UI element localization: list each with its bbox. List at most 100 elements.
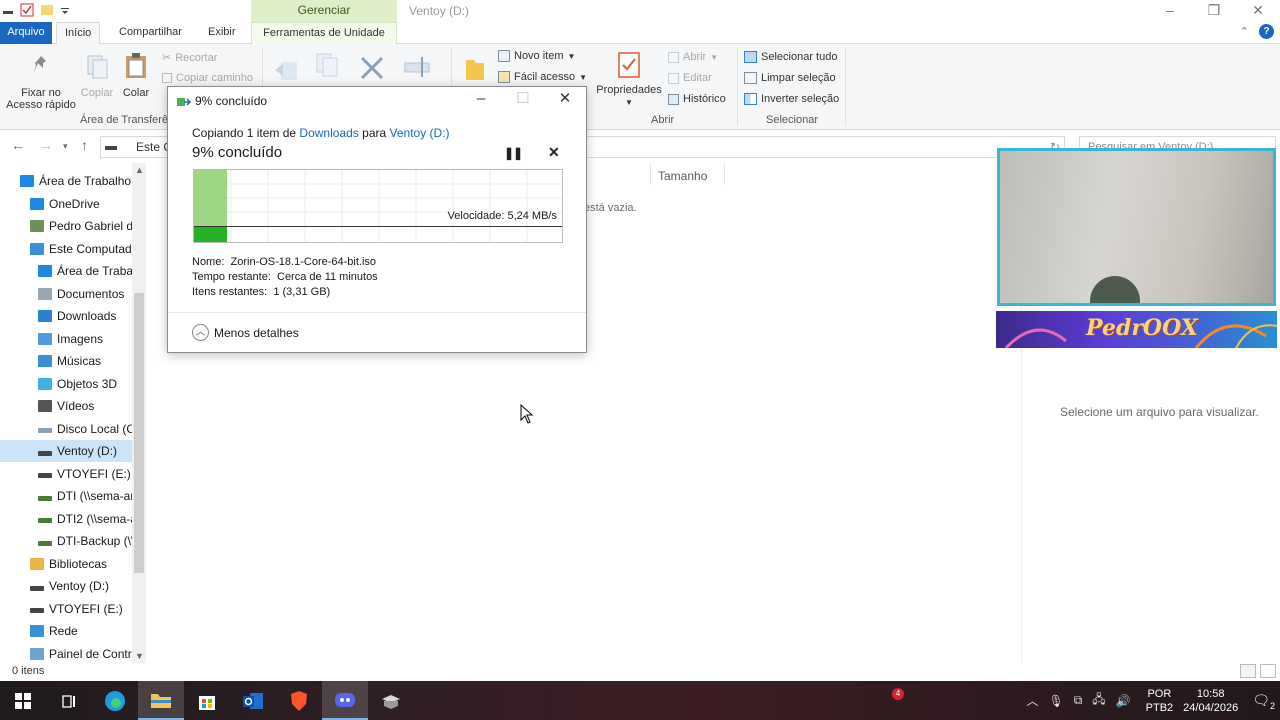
document-icon	[38, 287, 52, 300]
progress-bar	[194, 227, 228, 242]
move-to-button[interactable]	[273, 56, 303, 85]
nav-item[interactable]: DTI-Backup (\\	[38, 530, 170, 552]
transfer-speed: Velocidade: 5,24 MB/s	[447, 210, 557, 222]
dialog-close-button[interactable]: ✕	[544, 87, 586, 113]
cloud-icon	[30, 197, 44, 210]
edit-icon	[668, 72, 679, 84]
network-icon[interactable]: 🖧	[1092, 690, 1105, 711]
store-icon[interactable]	[184, 681, 230, 720]
nav-item[interactable]: Objetos 3D	[38, 373, 170, 395]
user-icon	[30, 220, 44, 232]
nav-item[interactable]: Músicas	[38, 350, 170, 372]
brave-icon[interactable]	[276, 681, 322, 720]
nav-item[interactable]: Vídeos	[38, 395, 170, 417]
invert-selection-icon	[744, 93, 757, 105]
copy-progress-icon	[177, 96, 192, 111]
minimize-button[interactable]: –	[1148, 0, 1192, 22]
tab-drive-tools[interactable]: Ferramentas de Unidade	[251, 22, 397, 44]
dialog-maximize-button[interactable]: ☐	[502, 87, 544, 113]
maximize-button[interactable]: ❐	[1192, 0, 1236, 22]
nav-item-label: VTOYEFI (E:)	[49, 601, 123, 616]
system-menu-icon[interactable]	[2, 4, 14, 19]
language-indicator[interactable]: POR PTB2	[1146, 687, 1174, 715]
copy-path-button[interactable]: Copiar caminho	[162, 72, 253, 84]
rename-button[interactable]	[403, 54, 433, 83]
select-none-button[interactable]: Limpar seleção	[744, 72, 836, 84]
nav-item[interactable]: DTI (\\sema-arc	[38, 485, 170, 507]
tab-home[interactable]: Início	[56, 22, 101, 44]
properties-button[interactable]: Propriedades ▼	[594, 50, 664, 109]
edit-button[interactable]: Editar	[668, 72, 712, 84]
large-icons-view-icon[interactable]	[1260, 664, 1276, 678]
pause-icon[interactable]: ❚❚	[504, 146, 523, 160]
nav-item[interactable]: Disco Local (C:	[38, 418, 170, 440]
scroll-down-icon[interactable]: ▼	[135, 651, 144, 661]
nav-item[interactable]: DTI2 (\\sema-a	[38, 508, 170, 530]
up-arrow-icon[interactable]: ↑	[81, 137, 88, 153]
select-group-label: Selecionar	[766, 114, 818, 126]
copy-to-button[interactable]	[313, 52, 343, 81]
new-item-button[interactable]: Novo item ▼	[498, 50, 575, 62]
tab-share[interactable]: Compartilhar	[111, 22, 190, 44]
cut-button[interactable]: ✂ Recortar	[162, 51, 217, 65]
scroll-up-icon[interactable]: ▲	[135, 165, 144, 175]
pin-quick-access-button[interactable]: Fixar no Acesso rápido	[6, 54, 76, 111]
nav-scroll-thumb[interactable]	[134, 293, 144, 573]
delete-button[interactable]	[358, 54, 386, 83]
invert-selection-button[interactable]: Inverter seleção	[744, 93, 839, 105]
paste-button[interactable]: Colar	[120, 52, 152, 99]
edge-icon[interactable]	[92, 681, 138, 720]
nav-item[interactable]: Downloads	[38, 305, 170, 327]
destination-link[interactable]: Ventoy (D:)	[390, 126, 450, 140]
tab-view[interactable]: Exibir	[200, 22, 244, 44]
size-column-header[interactable]: Tamanho	[658, 169, 707, 183]
discord-icon[interactable]	[322, 681, 368, 720]
source-link[interactable]: Downloads	[299, 126, 358, 140]
nav-item-label: Área de Trabalh	[57, 264, 143, 278]
outlook-icon[interactable]	[230, 681, 276, 720]
details-view-icon[interactable]	[1240, 664, 1256, 678]
close-button[interactable]: ✕	[1236, 0, 1280, 22]
forward-arrow-icon[interactable]: →	[39, 137, 53, 153]
drive-icon	[38, 428, 52, 433]
copy-button[interactable]: Copiar	[80, 54, 114, 99]
dialog-title: 9% concluído	[195, 94, 268, 108]
nav-item[interactable]: Documentos	[38, 283, 170, 305]
easy-access-button[interactable]: Fácil acesso ▼	[498, 71, 587, 83]
nav-item[interactable]: Imagens	[38, 328, 170, 350]
less-details-button[interactable]: ︿ Menos detalhes	[192, 324, 299, 341]
tab-file[interactable]: Arquivo	[0, 22, 52, 44]
task-view-icon[interactable]	[46, 681, 92, 720]
properties-qat-icon[interactable]	[20, 3, 34, 20]
clock[interactable]: 10:58 24/04/2026	[1183, 687, 1238, 715]
dialog-minimize-button[interactable]: –	[460, 87, 502, 113]
show-hidden-icons-icon[interactable]: ︿	[1026, 692, 1038, 709]
select-all-button[interactable]: Selecionar tudo	[744, 51, 837, 63]
pin-icon	[33, 56, 46, 74]
nav-item-label: OneDrive	[49, 196, 100, 211]
windows-start-icon[interactable]	[0, 681, 46, 720]
back-arrow-icon[interactable]: ←	[11, 137, 25, 153]
help-icon[interactable]: ?	[1259, 24, 1274, 39]
file-explorer-icon[interactable]	[138, 681, 184, 720]
nav-scrollbar[interactable]: ▲ ▼	[132, 163, 146, 663]
app-icon[interactable]	[368, 681, 414, 720]
taskbar: ︿ 🎙 ⧉ 🖧 🔊 POR PTB2 10:58 24/04/2026 🗨 2	[0, 681, 1280, 720]
new-folder-qat-icon[interactable]	[40, 3, 54, 20]
nav-item-label: Disco Local (C:	[57, 421, 139, 436]
volume-icon[interactable]: 🔊	[1116, 694, 1131, 708]
expand-ribbon-icon[interactable]: ⌃	[1240, 25, 1249, 38]
new-folder-button[interactable]	[462, 54, 488, 85]
notifications-icon[interactable]: 🗨 2	[1252, 692, 1275, 711]
recent-locations-icon[interactable]: ▾	[63, 141, 68, 152]
customize-qat-icon[interactable]	[60, 5, 70, 19]
camera-icon[interactable]: ⧉	[1074, 693, 1083, 708]
nav-item-label: Downloads	[57, 309, 117, 323]
cancel-copy-icon[interactable]: ✕	[548, 144, 560, 161]
microphone-icon[interactable]: 🎙	[1048, 694, 1063, 708]
nav-item[interactable]: Área de Trabalh	[38, 260, 170, 282]
nav-item[interactable]: VTOYEFI (E:)	[38, 463, 170, 485]
nav-item[interactable]: Ventoy (D:)	[0, 440, 132, 462]
history-button[interactable]: Histórico	[668, 93, 726, 105]
open-button[interactable]: Abrir ▼	[668, 51, 718, 63]
